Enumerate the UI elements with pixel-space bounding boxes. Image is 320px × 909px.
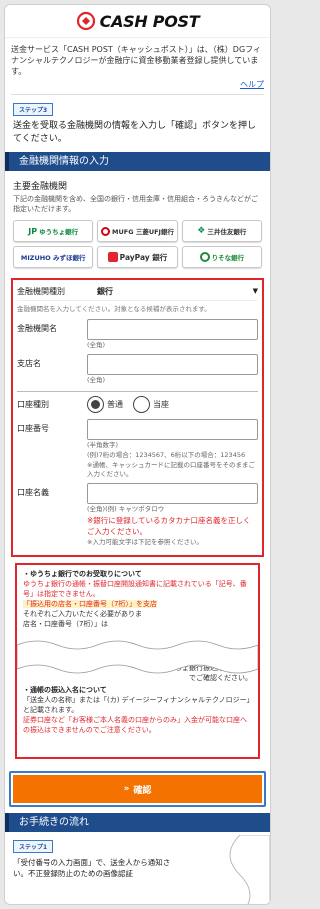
bank-name-input[interactable] — [87, 319, 258, 340]
bank-label: PayPay 銀行 — [119, 252, 168, 262]
bank-button-paypay[interactable]: PayPay 銀行 — [97, 246, 178, 268]
account-number-label: 口座番号 — [17, 424, 49, 433]
notice-transfer-title: ・通帳の振込入名について — [23, 686, 107, 694]
radio-unselected-icon — [133, 396, 150, 413]
confirm-button[interactable]: » 確認 — [13, 775, 262, 803]
account-number-note-2: (例)7桁の場合：1234567、6桁以下の場合：123456 — [87, 451, 246, 459]
account-number-note-3: ※通帳、キャッシュカードに記載の口座番号をそのままご入力ください。 — [87, 461, 255, 478]
bank-button-yucho[interactable]: JP ゆうちょ銀行 — [13, 220, 94, 242]
confirm-button-focus-ring: » 確認 — [9, 771, 266, 807]
logo-text: CASH POST — [99, 11, 200, 31]
cashpost-logo-icon — [76, 11, 95, 31]
account-number-row: 口座番号 (半角数字) (例)7桁の場合：1234567、6桁以下の場合：123… — [17, 417, 258, 481]
notice-box: ・ゆうちょ銀行でのお受取りについて ゆうちょ銀行の通帳・振替口座開設通知書に記載… — [15, 563, 260, 759]
radio-futsu[interactable]: 普通 — [87, 396, 123, 413]
bank-name-note: (全角) — [87, 341, 106, 349]
mufg-logo-icon — [101, 226, 111, 236]
bank-label: ゆうちょ銀行 — [39, 228, 79, 236]
institution-type-value: 銀行 — [97, 286, 113, 296]
torn-edge-icon — [229, 835, 270, 904]
branch-input[interactable] — [87, 354, 258, 375]
bank-label: 三井住友銀行 — [207, 228, 247, 236]
account-number-input[interactable] — [87, 419, 258, 440]
resona-logo-icon — [199, 252, 210, 262]
holder-label: 口座名義 — [17, 488, 49, 497]
notice-yucho-rest: それぞれご入力いただく必要がありま — [23, 610, 142, 618]
holder-row: 口座名義 (全角)(例) キャツポタロウ ※銀行に登録しているカタカナ口座名義を… — [17, 481, 258, 549]
radio-label-futsu: 普通 — [107, 400, 123, 409]
step3-text: 送金を受取る金融機関の情報を入力し「確認」ボタンを押してください。 — [13, 121, 257, 144]
intro-text: 送金サービス「CASH POST（キャッシュポスト）」は、（株）DGフィナンシャ… — [11, 45, 261, 76]
confirm-label: 確認 — [133, 785, 152, 796]
institution-type-label: 金融機関種別 — [17, 286, 65, 296]
notice-yucho-highlight: 「振込用の店名・口座番号（7桁）」を支店 — [23, 600, 157, 608]
procedure-section-title: お手続きの流れ — [5, 813, 270, 832]
branch-note: (全角) — [87, 376, 106, 384]
institution-type-select[interactable]: 金融機関種別 銀行 ▼ — [17, 282, 258, 300]
notice-yucho-warning: ゆうちょ銀行の通帳・振替口座開設通知書に記載されている「記号、番号」は指定できま… — [23, 580, 247, 598]
holder-example: (全角)(例) キャツポタロウ — [87, 505, 165, 513]
bank-form: 金融機関種別 銀行 ▼ 金融機関名を入力してください。対象となる候補が表示されま… — [11, 278, 264, 557]
branch-label: 支店名 — [17, 359, 41, 368]
main-banks-grid: JP ゆうちょ銀行 MUFG 三菱UFJ銀行 ❖ 三井住友銀行 MIZUHO み… — [5, 220, 270, 278]
bank-name-hint: 金融機関名を入力してください。対象となる候補が表示されます。 — [17, 300, 258, 317]
torn-edge-icon — [17, 640, 258, 674]
branch-field-row: 支店名 (全角) — [17, 352, 258, 387]
radio-selected-icon — [87, 396, 104, 413]
bank-label: りそな銀行 — [211, 254, 245, 262]
bank-label: MUFG 三菱UFJ銀行 — [112, 228, 174, 236]
radio-label-toza: 当座 — [153, 400, 169, 409]
notice-transfer-text: 「送金人の名称」または「(カ) デイージーフィナンシャルテクノロジー」と記載され… — [23, 696, 251, 714]
phone-screen: CASH POST 送金サービス「CASH POST（キャッシュポスト）」は、（… — [4, 4, 271, 905]
divider — [11, 94, 264, 95]
notice-yucho-title: ・ゆうちょ銀行でのお受取りについて — [23, 570, 142, 578]
smbc-logo-icon: ❖ — [197, 226, 206, 236]
chevron-down-icon: ▼ — [252, 287, 258, 295]
holder-warning: ※銀行に登録しているカタカナ口座名義を正しくご入力ください。 — [87, 516, 251, 536]
bank-name-field-row: 金融機関名 (全角) — [17, 317, 258, 352]
bank-button-smbc[interactable]: ❖ 三井住友銀行 — [181, 220, 262, 242]
account-type-row: 口座種別 普通 当座 — [17, 391, 258, 417]
bank-name-label: 金融機関名 — [17, 324, 57, 333]
step3-badge: ステップ3 — [13, 103, 54, 116]
account-number-note-1: (半角数字) — [87, 441, 119, 449]
holder-input[interactable] — [87, 483, 258, 504]
main-banks-title: 主要金融機関 — [13, 182, 68, 192]
paypay-logo-icon — [107, 252, 118, 262]
bank-button-resona[interactable]: りそな銀行 — [181, 246, 262, 268]
account-type-label: 口座種別 — [17, 400, 49, 409]
help-link[interactable]: ヘルプ — [5, 79, 270, 90]
chevron-right-icon: » — [123, 784, 130, 794]
bank-label: MIZUHO みずほ銀行 — [20, 254, 86, 262]
step1-badge: ステップ1 — [13, 840, 54, 853]
notice-transfer-warning: 証券口座など「お客様ご本人名義の口座からのみ」入金が可能な口座への振込はできませ… — [23, 716, 247, 734]
radio-toza[interactable]: 当座 — [133, 396, 169, 413]
bank-info-section-title: 金融機関情報の入力 — [5, 152, 270, 171]
holder-note: ※入力可能文字は下記を参照ください。 — [87, 538, 203, 546]
bank-button-mizuho[interactable]: MIZUHO みずほ銀行 — [13, 246, 94, 268]
main-banks-desc: 下記の金融機関を含め、全国の銀行・信用金庫・信用組合・ろうきんなどがご指定いただ… — [13, 195, 258, 213]
app-header: CASH POST — [5, 5, 270, 38]
notice-yucho-rest2: 店名・口座番号（7桁）」は — [23, 620, 108, 628]
yucho-logo-icon: JP — [28, 226, 38, 236]
bank-button-mufg[interactable]: MUFG 三菱UFJ銀行 — [97, 220, 178, 242]
